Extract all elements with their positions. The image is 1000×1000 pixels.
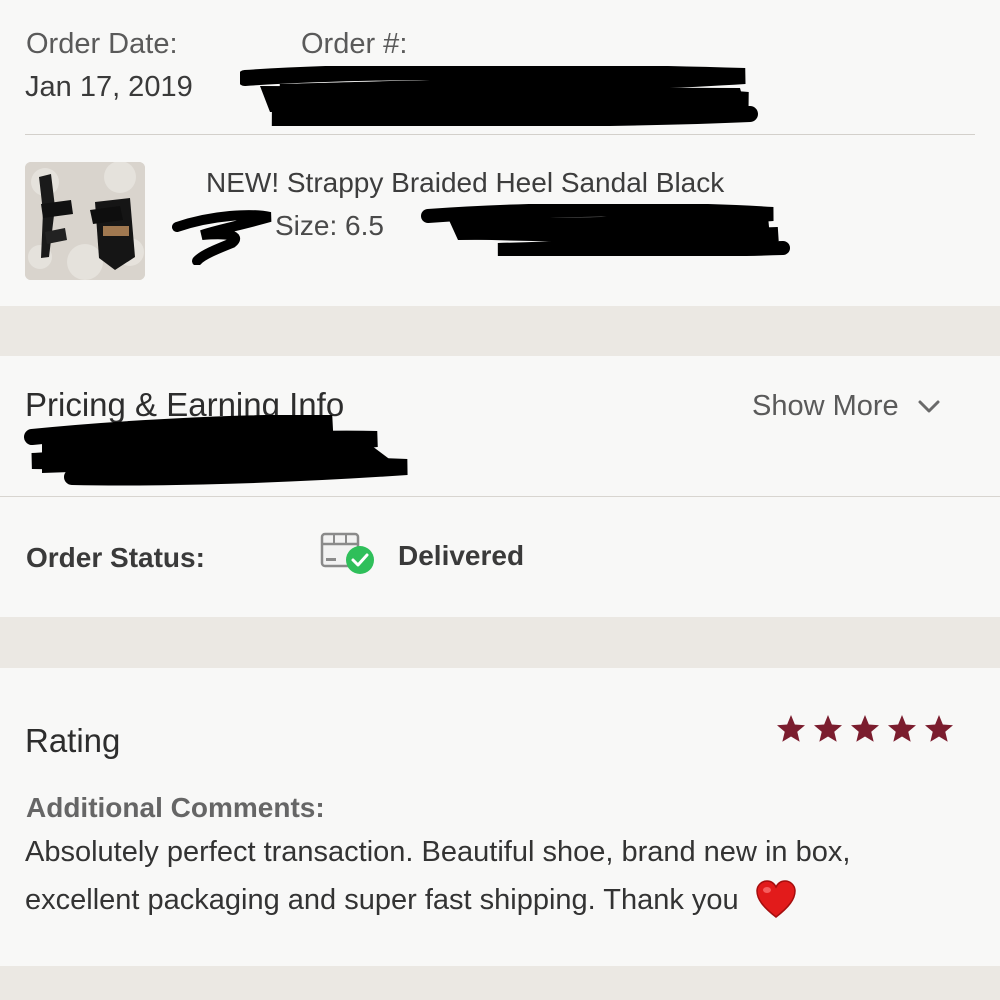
- show-more-label: Show More: [752, 390, 899, 422]
- divider: [25, 134, 975, 135]
- heart-icon: [755, 880, 796, 918]
- order-date-value: Jan 17, 2019: [25, 71, 193, 103]
- star-icon: [814, 715, 842, 742]
- star-icon: [777, 715, 805, 742]
- star-icon: [888, 715, 916, 742]
- star-icon: [851, 715, 879, 742]
- delivered-box-icon: [320, 532, 374, 574]
- show-more-button[interactable]: Show More: [752, 390, 941, 423]
- star-rating: [775, 713, 955, 745]
- redaction-scribble: [421, 204, 790, 256]
- item-thumbnail[interactable]: [25, 162, 145, 280]
- redaction-scribble: [24, 415, 408, 486]
- order-status-value: Delivered: [398, 540, 525, 571]
- comment-line-2: excellent packaging and super fast shipp…: [25, 879, 797, 919]
- redaction-scribble: [240, 66, 758, 126]
- star-icon: [925, 715, 953, 742]
- additional-comments-label: Additional Comments:: [26, 792, 325, 823]
- chevron-down-icon: [918, 400, 940, 413]
- comment-line-2-text: excellent packaging and super fast shipp…: [25, 884, 739, 916]
- rating-heading: Rating: [25, 722, 121, 759]
- order-status-label: Order Status:: [26, 542, 205, 573]
- comment-line-1: Absolutely perfect transaction. Beautifu…: [25, 836, 851, 868]
- redaction-scribble: [172, 210, 272, 265]
- order-number-label: Order #:: [301, 28, 408, 60]
- sandal-photo-icon: [25, 162, 145, 280]
- item-size: Size: 6.5: [275, 210, 384, 241]
- item-title[interactable]: NEW! Strappy Braided Heel Sandal Black: [206, 167, 724, 199]
- order-date-label: Order Date:: [26, 28, 178, 60]
